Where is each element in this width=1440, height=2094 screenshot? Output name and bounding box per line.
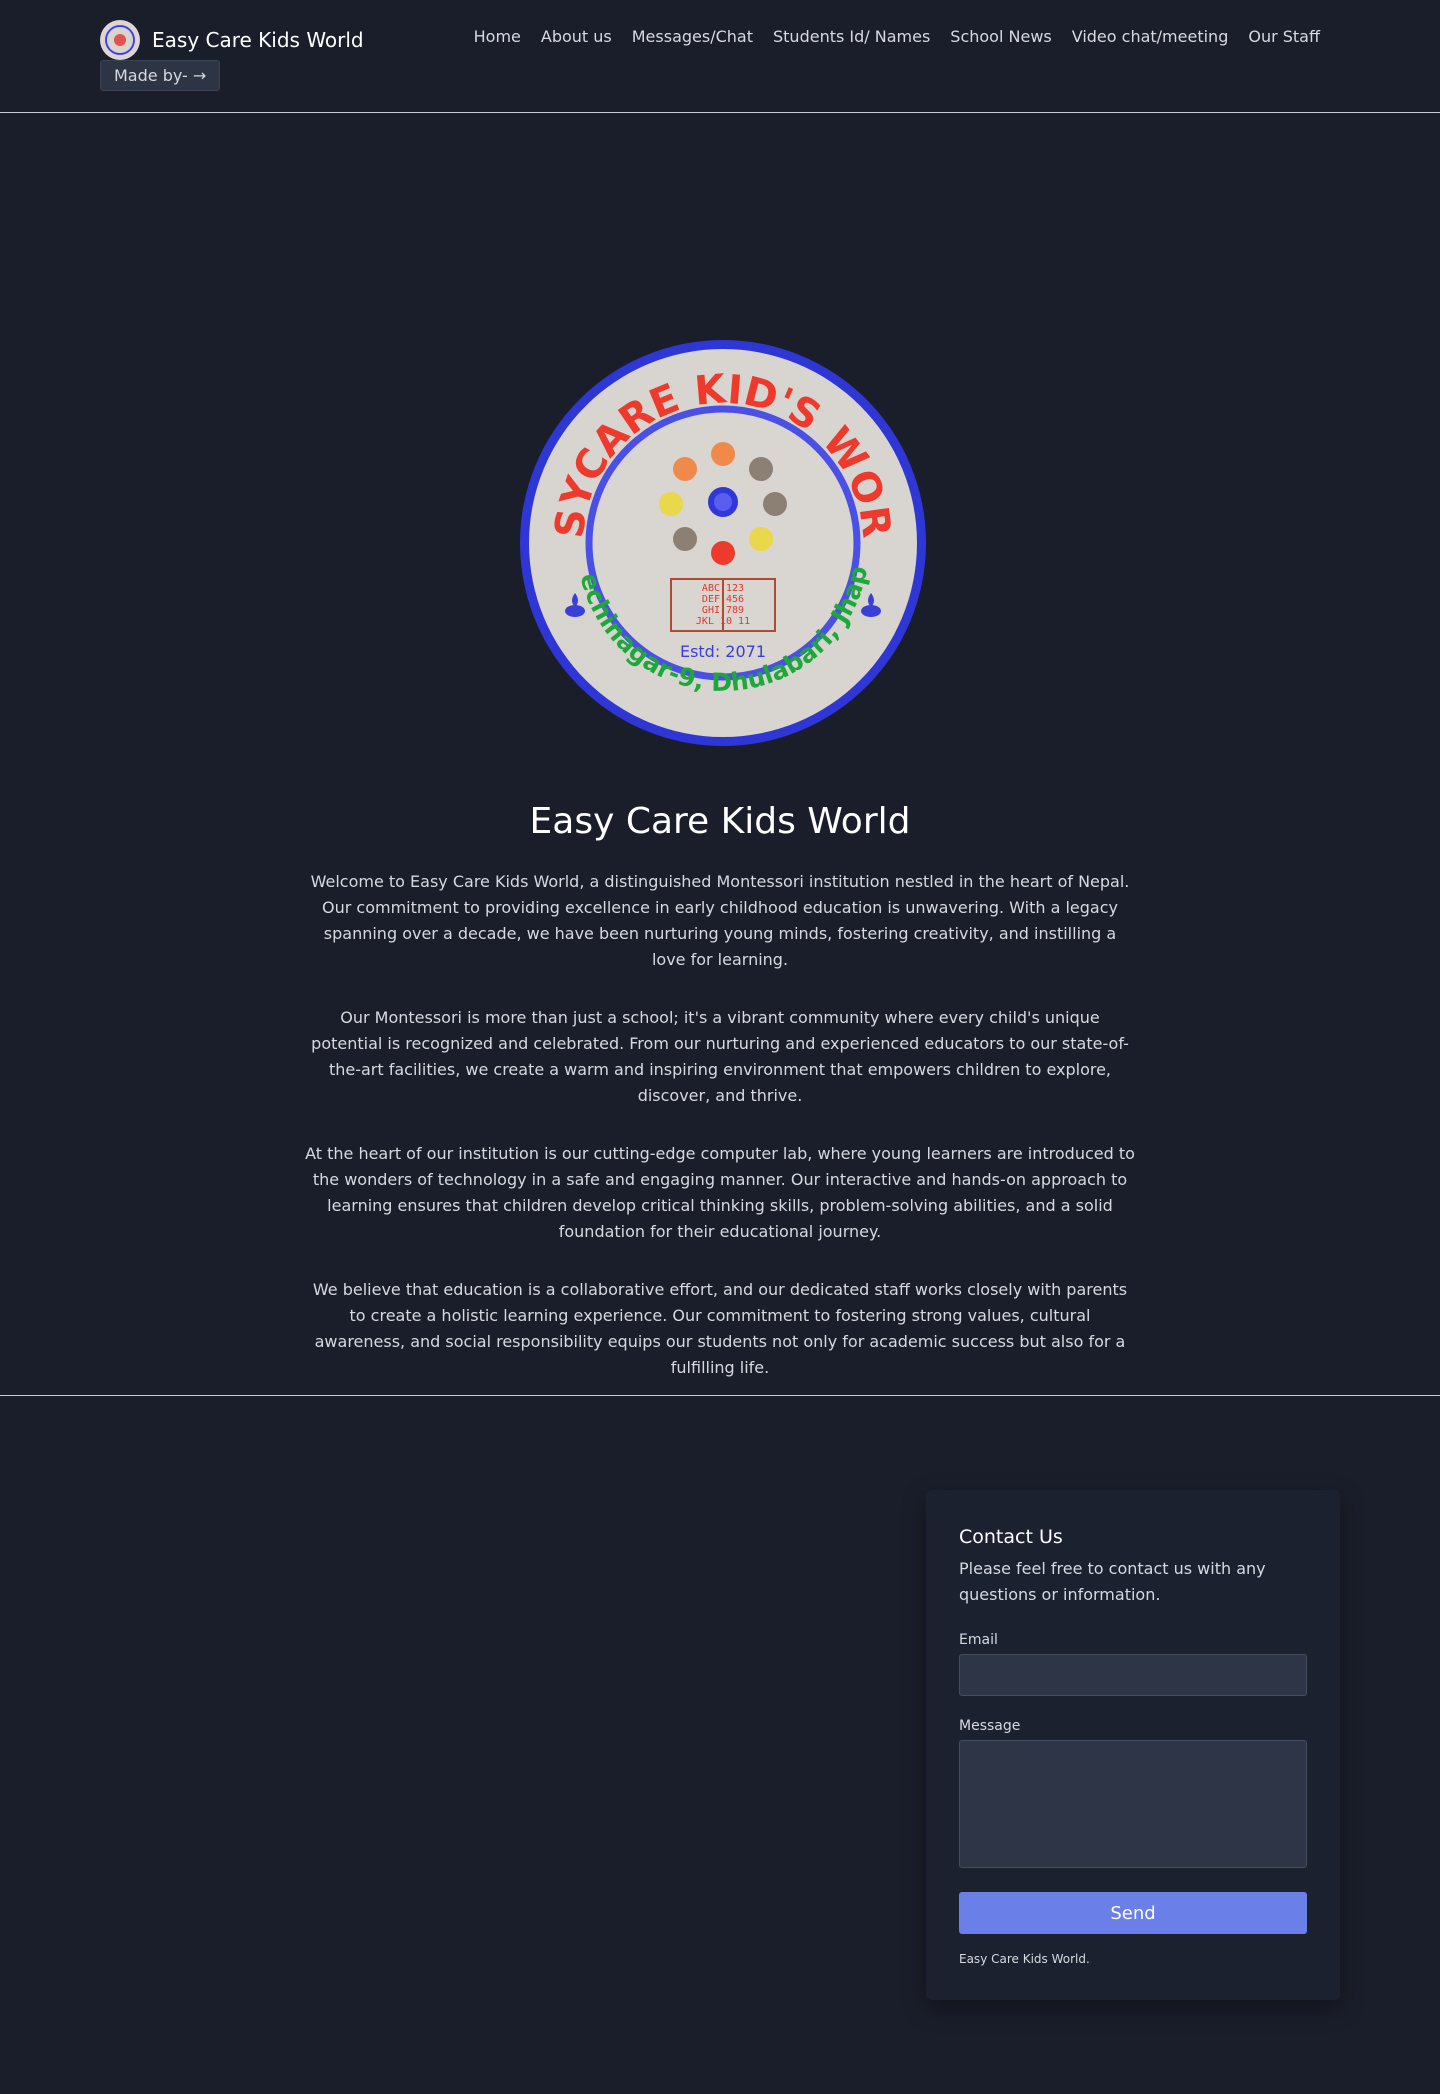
page-title: Easy Care Kids World	[529, 801, 911, 842]
brand-link[interactable]: Easy Care Kids World	[100, 20, 364, 60]
site-header: Easy Care Kids World Made by- → Home Abo…	[0, 0, 1440, 113]
main-nav: Home About us Messages/Chat Students Id/…	[474, 27, 1320, 46]
message-field[interactable]	[959, 1740, 1307, 1868]
message-label: Message	[959, 1718, 1021, 1734]
contact-footer-text: Easy Care Kids World.	[959, 1952, 1090, 1966]
hero-section: EASYCARE KID'S WORLD Mechinagar-9, Dhula…	[0, 113, 1440, 1396]
school-logo-icon	[100, 20, 140, 60]
nav-messages-chat[interactable]: Messages/Chat	[632, 27, 753, 46]
open-book-icon: ABC 123 DEF 456 GHI 789 JKL 10 11	[670, 578, 776, 632]
contact-intro: Please feel free to contact us with any …	[959, 1559, 1266, 1604]
seal-estd-text: Estd: 2071	[680, 642, 766, 661]
nav-about-us[interactable]: About us	[541, 27, 612, 46]
nav-home[interactable]: Home	[474, 27, 521, 46]
book-row: ABC 123	[702, 583, 744, 594]
book-row: GHI 789	[702, 605, 744, 616]
book-row: JKL 10 11	[696, 616, 750, 627]
school-seal-logo: EASYCARE KID'S WORLD Mechinagar-9, Dhula…	[519, 339, 926, 746]
nav-our-staff[interactable]: Our Staff	[1248, 27, 1320, 46]
book-row: DEF 456	[702, 594, 744, 605]
children-circle-icon	[659, 442, 787, 565]
nav-video-chat-meeting[interactable]: Video chat/meeting	[1072, 27, 1229, 46]
nav-students-id-names[interactable]: Students Id/ Names	[773, 27, 930, 46]
send-button[interactable]: Send	[959, 1892, 1307, 1934]
contact-title: Contact Us	[959, 1526, 1063, 1548]
contact-form-card: Contact Us Please feel free to contact u…	[926, 1490, 1340, 2000]
email-label: Email	[959, 1632, 998, 1648]
about-paragraph: We believe that education is a collabora…	[312, 1280, 1128, 1377]
about-text: Welcome to Easy Care Kids World, a disti…	[305, 869, 1135, 1413]
about-paragraph: At the heart of our institution is our c…	[305, 1144, 1135, 1241]
brand-name: Easy Care Kids World	[152, 28, 364, 52]
about-paragraph: Our Montessori is more than just a schoo…	[311, 1008, 1129, 1105]
email-field[interactable]	[959, 1654, 1307, 1696]
nav-school-news[interactable]: School News	[950, 27, 1051, 46]
about-paragraph: Welcome to Easy Care Kids World, a disti…	[310, 872, 1130, 969]
made-by-button[interactable]: Made by- →	[100, 60, 221, 91]
